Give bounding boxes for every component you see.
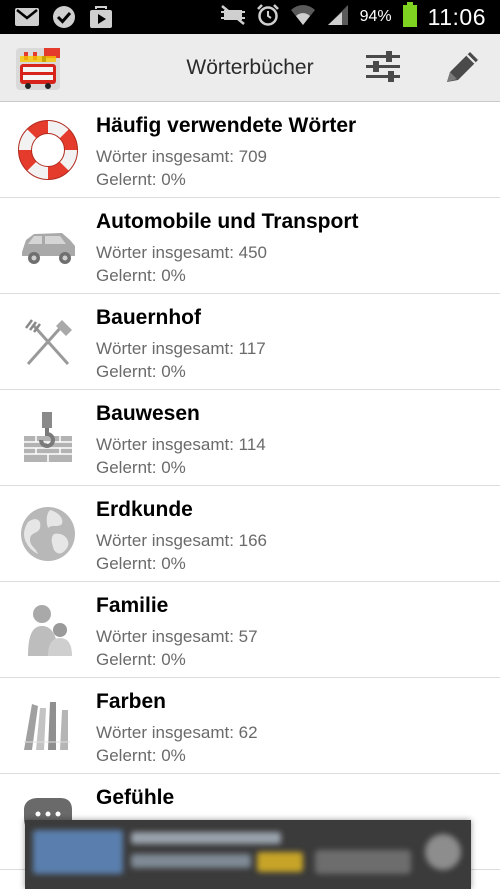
list-item-title: Bauwesen — [96, 402, 200, 425]
page-title: Wörterbücher — [186, 56, 314, 79]
lifebuoy-icon — [18, 120, 78, 180]
car-icon — [18, 216, 78, 276]
ad-headline — [131, 832, 281, 844]
list-item[interactable]: Farben Wörter insgesamt: 62 Gelernt: 0% — [0, 678, 500, 774]
word-count: Wörter insgesamt: 450 — [96, 243, 268, 262]
battery-icon — [402, 1, 418, 33]
list-item-title: Farben — [96, 690, 167, 713]
ad-image — [33, 830, 123, 874]
check-circle-icon — [52, 5, 76, 34]
farm-tools-icon — [18, 312, 78, 372]
battery-percentage: 94% — [359, 8, 392, 25]
alarm-icon — [256, 3, 280, 32]
learned-progress: Gelernt: 0% — [96, 170, 186, 189]
gmail-icon — [14, 7, 40, 32]
dictionary-list: Häufig verwendete Wörter Wörter insgesam… — [0, 102, 500, 870]
learned-progress: Gelernt: 0% — [96, 650, 186, 669]
list-item[interactable]: Erdkunde Wörter insgesamt: 166 Gelernt: … — [0, 486, 500, 582]
list-item[interactable]: Automobile und Transport Wörter insgesam… — [0, 198, 500, 294]
construction-icon — [18, 408, 78, 468]
play-store-icon — [88, 5, 114, 34]
learned-progress: Gelernt: 0% — [96, 458, 186, 477]
family-icon — [18, 600, 78, 660]
word-count: Wörter insgesamt: 62 — [96, 723, 258, 742]
status-bar: 94% 11:06 — [0, 0, 500, 34]
list-item-title: Häufig verwendete Wörter — [96, 114, 357, 137]
list-item-title: Gefühle — [96, 786, 175, 809]
pencils-icon — [18, 696, 78, 756]
list-item-title: Familie — [96, 594, 169, 617]
settings-button[interactable] — [361, 49, 405, 89]
mute-icon — [220, 4, 246, 31]
list-item[interactable]: Bauernhof Wörter insgesamt: 117 Gelernt:… — [0, 294, 500, 390]
ad-badge — [257, 852, 303, 872]
learned-progress: Gelernt: 0% — [96, 362, 186, 381]
ad-info-icon[interactable] — [425, 834, 461, 870]
word-count: Wörter insgesamt: 117 — [96, 339, 266, 358]
sliders-icon — [364, 50, 402, 89]
list-item-title: Erdkunde — [96, 498, 193, 521]
word-count: Wörter insgesamt: 166 — [96, 531, 268, 550]
list-item[interactable]: Bauwesen Wörter insgesamt: 114 Gelernt: … — [0, 390, 500, 486]
action-bar: Wörterbücher — [0, 34, 500, 102]
ad-text — [131, 854, 251, 868]
learned-progress: Gelernt: 0% — [96, 746, 186, 765]
globe-icon — [18, 504, 78, 564]
ad-cta-button[interactable] — [315, 850, 411, 874]
learned-progress: Gelernt: 0% — [96, 266, 186, 285]
list-item-title: Automobile und Transport — [96, 210, 359, 233]
clock: 11:06 — [427, 3, 486, 30]
learned-progress: Gelernt: 0% — [96, 554, 186, 573]
word-count: Wörter insgesamt: 709 — [96, 147, 268, 166]
signal-icon — [326, 4, 350, 31]
wifi-icon — [290, 4, 316, 31]
word-count: Wörter insgesamt: 57 — [96, 627, 258, 646]
word-count: Wörter insgesamt: 114 — [96, 435, 266, 454]
pencil-icon — [443, 49, 481, 90]
ad-banner[interactable] — [25, 820, 471, 889]
list-item-title: Bauernhof — [96, 306, 201, 329]
list-item[interactable]: Häufig verwendete Wörter Wörter insgesam… — [0, 102, 500, 198]
list-item[interactable]: Familie Wörter insgesamt: 57 Gelernt: 0% — [0, 582, 500, 678]
edit-button[interactable] — [440, 49, 484, 89]
